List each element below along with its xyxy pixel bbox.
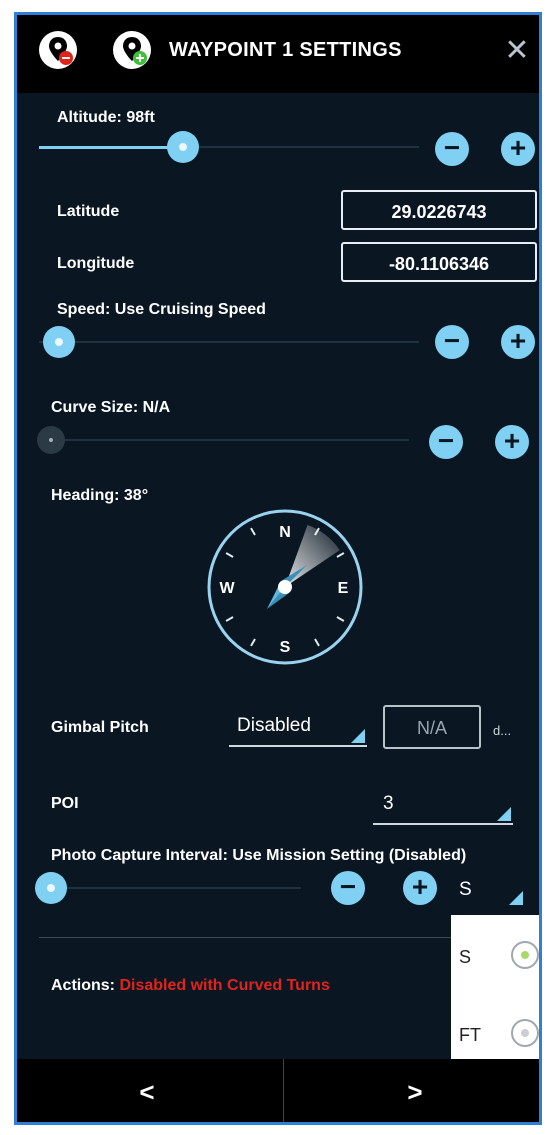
- gimbal-pitch-field[interactable]: N/A: [383, 705, 481, 749]
- chevron-down-icon: [351, 729, 365, 743]
- photo-decrease-button[interactable]: −: [331, 871, 365, 905]
- footer-divider: [283, 1059, 284, 1122]
- actions-value: Disabled with Curved Turns: [119, 977, 330, 994]
- speed-slider-thumb[interactable]: [43, 326, 75, 358]
- poi-dropdown[interactable]: 3: [373, 791, 513, 825]
- longitude-field[interactable]: -80.1106346: [341, 242, 537, 282]
- speed-increase-button[interactable]: +: [501, 325, 535, 359]
- compass-west: W: [219, 580, 235, 597]
- compass-tick: [336, 616, 345, 622]
- unit-option-s-radio[interactable]: [511, 941, 539, 969]
- actions-row[interactable]: Actions: Disabled with Curved Turns: [51, 977, 330, 995]
- altitude-slider-thumb[interactable]: [167, 131, 200, 163]
- gimbal-mode-dropdown[interactable]: Disabled: [229, 713, 367, 747]
- photo-interval-label: Photo Capture Interval: Use Mission Sett…: [51, 847, 467, 864]
- unit-option-ft-radio[interactable]: [511, 1019, 539, 1047]
- altitude-slider-fill: [39, 146, 184, 149]
- pin-remove-icon[interactable]: [39, 31, 77, 69]
- compass-tick: [336, 552, 345, 558]
- radio-selected-dot: [521, 951, 529, 959]
- compass-tick: [225, 552, 234, 558]
- altitude-decrease-button[interactable]: −: [435, 132, 469, 166]
- speed-slider-track[interactable]: [39, 341, 419, 343]
- poi-value: 3: [383, 793, 394, 814]
- waypoint-settings-panel: WAYPOINT 1 SETTINGS ✕ Altitude: 98ft − +…: [14, 12, 542, 1125]
- altitude-increase-button[interactable]: +: [501, 132, 535, 166]
- longitude-label: Longitude: [57, 255, 135, 272]
- curve-slider-thumb[interactable]: [37, 426, 65, 454]
- unit-option-s-label[interactable]: S: [459, 947, 471, 968]
- unit-option-ft-label[interactable]: FT: [459, 1025, 481, 1046]
- chevron-down-icon: [509, 891, 523, 905]
- speed-decrease-button[interactable]: −: [435, 325, 469, 359]
- photo-slider-thumb[interactable]: [35, 872, 67, 904]
- poi-label: POI: [51, 795, 79, 812]
- gimbal-unit-label: d...: [493, 723, 512, 738]
- heading-compass[interactable]: N E S W: [205, 507, 365, 667]
- curve-slider-track[interactable]: [39, 439, 409, 441]
- chevron-down-icon: [497, 807, 511, 821]
- panel-header: WAYPOINT 1 SETTINGS ✕: [17, 15, 539, 93]
- navigation-footer: < >: [17, 1059, 539, 1122]
- curve-decrease-button[interactable]: −: [429, 425, 463, 459]
- latitude-field[interactable]: 29.0226743: [341, 190, 537, 230]
- curve-increase-button[interactable]: +: [495, 425, 529, 459]
- compass-tick: [225, 616, 234, 622]
- altitude-label: Altitude: 98ft: [57, 109, 155, 126]
- compass-north: N: [279, 524, 291, 541]
- compass-east: E: [338, 580, 349, 597]
- photo-unit-dropdown[interactable]: S: [453, 877, 525, 907]
- photo-increase-button[interactable]: +: [403, 871, 437, 905]
- photo-slider-track[interactable]: [39, 887, 301, 889]
- pin-add-icon[interactable]: [113, 31, 151, 69]
- gimbal-pitch-label: Gimbal Pitch: [51, 719, 149, 736]
- compass-tick: [250, 638, 256, 647]
- latitude-label: Latitude: [57, 203, 120, 220]
- close-icon[interactable]: ✕: [497, 31, 537, 71]
- compass-tick: [250, 527, 256, 536]
- actions-label: Actions:: [51, 977, 115, 994]
- gimbal-mode-value: Disabled: [237, 715, 311, 736]
- unit-options-popup: S FT: [451, 915, 539, 1071]
- previous-waypoint-button[interactable]: <: [17, 1059, 277, 1122]
- radio-unselected-dot: [521, 1029, 529, 1037]
- panel-title: WAYPOINT 1 SETTINGS: [169, 39, 402, 61]
- heading-label: Heading: 38°: [51, 487, 149, 504]
- next-waypoint-button[interactable]: >: [285, 1059, 539, 1122]
- speed-label: Speed: Use Cruising Speed: [57, 301, 266, 318]
- curve-size-label: Curve Size: N/A: [51, 399, 171, 416]
- photo-unit-value: S: [459, 879, 472, 900]
- compass-center: [278, 580, 292, 594]
- compass-south: S: [280, 639, 291, 656]
- compass-tick: [314, 638, 320, 647]
- section-divider: [39, 937, 519, 938]
